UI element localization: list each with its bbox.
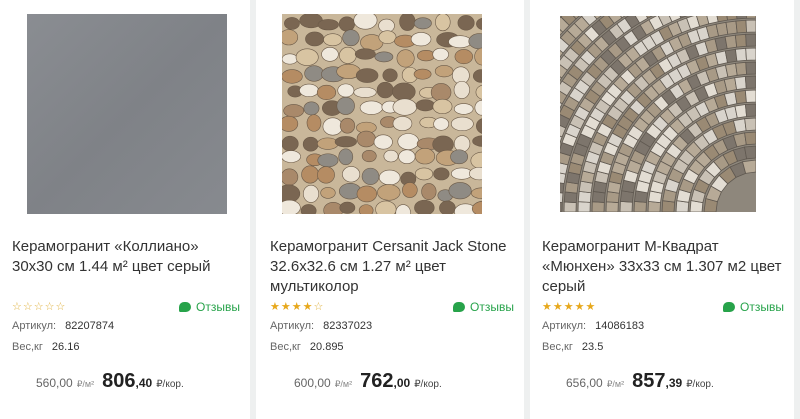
reviews-link[interactable]: Отзывы	[179, 300, 240, 314]
star-full-icon: ★	[302, 301, 314, 313]
product-card[interactable]: Керамогранит «Коллиано» 30x30 см 1.44 м²…	[0, 0, 250, 419]
price-per-pack-unit: ₽/кор.	[686, 379, 714, 390]
product-title[interactable]: Керамогранит М-Квадрат «Мюнхен» 33х33 см…	[542, 237, 786, 297]
article-value: 82207874	[65, 320, 115, 332]
price-per-m2-unit: ₽/м²	[606, 379, 625, 389]
star-empty-icon: ☆	[33, 301, 45, 313]
star-full-icon: ★	[542, 301, 553, 313]
chat-bubble-icon	[723, 302, 736, 312]
weight-label: Вес,кг	[12, 341, 43, 353]
star-empty-icon: ☆	[12, 301, 23, 313]
star-empty-icon: ☆	[22, 301, 34, 313]
reviews-label: Отзывы	[740, 300, 784, 314]
article-label: Артикул:	[12, 320, 57, 332]
price-per-m2: 600,00	[294, 376, 331, 390]
price-per-m2-unit: ₽/м²	[334, 379, 353, 389]
price-row: 600,00 ₽/м² 762,00 ₽/кор.	[294, 370, 524, 393]
article-row: Артикул: 82337023	[270, 320, 372, 332]
reviews-link[interactable]: Отзывы	[453, 300, 514, 314]
star-full-icon: ★	[563, 301, 575, 313]
product-title[interactable]: Керамогранит «Коллиано» 30x30 см 1.44 м²…	[12, 237, 242, 277]
article-row: Артикул: 82207874	[12, 320, 114, 332]
price-row: 560,00 ₽/м² 806,40 ₽/кор.	[36, 370, 250, 393]
weight-value: 20.895	[309, 341, 344, 353]
price-per-pack-cents: ,39	[665, 376, 683, 390]
reviews-label: Отзывы	[470, 300, 514, 314]
price-per-pack-cents: ,00	[393, 376, 411, 390]
star-full-icon: ★	[291, 301, 303, 313]
star-full-icon: ★	[574, 301, 586, 313]
article-row: Артикул: 14086183	[542, 320, 644, 332]
price-per-pack-cents: ,40	[135, 376, 153, 390]
star-empty-icon: ☆	[44, 301, 56, 313]
article-value: 82337023	[323, 320, 373, 332]
star-full-icon: ★	[280, 301, 292, 313]
article-value: 14086183	[595, 320, 645, 332]
product-title[interactable]: Керамогранит Cersanit Jack Stone 32.6x32…	[270, 237, 516, 297]
product-image[interactable]	[282, 14, 482, 214]
star-empty-icon: ☆	[313, 301, 325, 313]
weight-value: 26.16	[51, 341, 80, 353]
product-image[interactable]	[27, 14, 227, 214]
chat-bubble-icon	[453, 302, 466, 312]
weight-row: Вес,кг 20.895	[270, 341, 344, 353]
product-grid: Керамогранит «Коллиано» 30x30 см 1.44 м²…	[0, 0, 800, 419]
weight-row: Вес,кг 26.16	[12, 341, 79, 353]
price-per-pack: 762	[360, 370, 394, 392]
price-per-pack-unit: ₽/кор.	[414, 379, 442, 390]
price-per-m2-unit: ₽/м²	[76, 379, 95, 389]
price-per-m2: 656,00	[566, 376, 603, 390]
weight-label: Вес,кг	[542, 341, 573, 353]
product-card[interactable]: Керамогранит Cersanit Jack Stone 32.6x32…	[256, 0, 524, 419]
weight-label: Вес,кг	[270, 341, 301, 353]
article-label: Артикул:	[270, 320, 315, 332]
rating-stars: ☆☆☆☆☆	[12, 300, 66, 313]
weight-value: 23.5	[581, 341, 604, 353]
rating-stars: ★★★★☆	[270, 300, 324, 313]
price-per-pack-unit: ₽/кор.	[156, 379, 184, 390]
star-full-icon: ★	[585, 301, 597, 313]
price-per-pack: 806	[102, 370, 136, 392]
product-card[interactable]: Керамогранит М-Квадрат «Мюнхен» 33х33 см…	[530, 0, 794, 419]
price-per-pack: 857	[632, 370, 666, 392]
price-row: 656,00 ₽/м² 857,39 ₽/кор.	[566, 370, 794, 393]
reviews-label: Отзывы	[196, 300, 240, 314]
rating-stars: ★★★★★	[542, 300, 596, 313]
product-image[interactable]	[560, 16, 756, 212]
star-full-icon: ★	[552, 301, 564, 313]
reviews-link[interactable]: Отзывы	[723, 300, 784, 314]
article-label: Артикул:	[542, 320, 587, 332]
weight-row: Вес,кг 23.5	[542, 341, 603, 353]
price-per-m2: 560,00	[36, 376, 73, 390]
chat-bubble-icon	[179, 302, 192, 312]
star-full-icon: ★	[270, 301, 281, 313]
star-empty-icon: ☆	[55, 301, 67, 313]
